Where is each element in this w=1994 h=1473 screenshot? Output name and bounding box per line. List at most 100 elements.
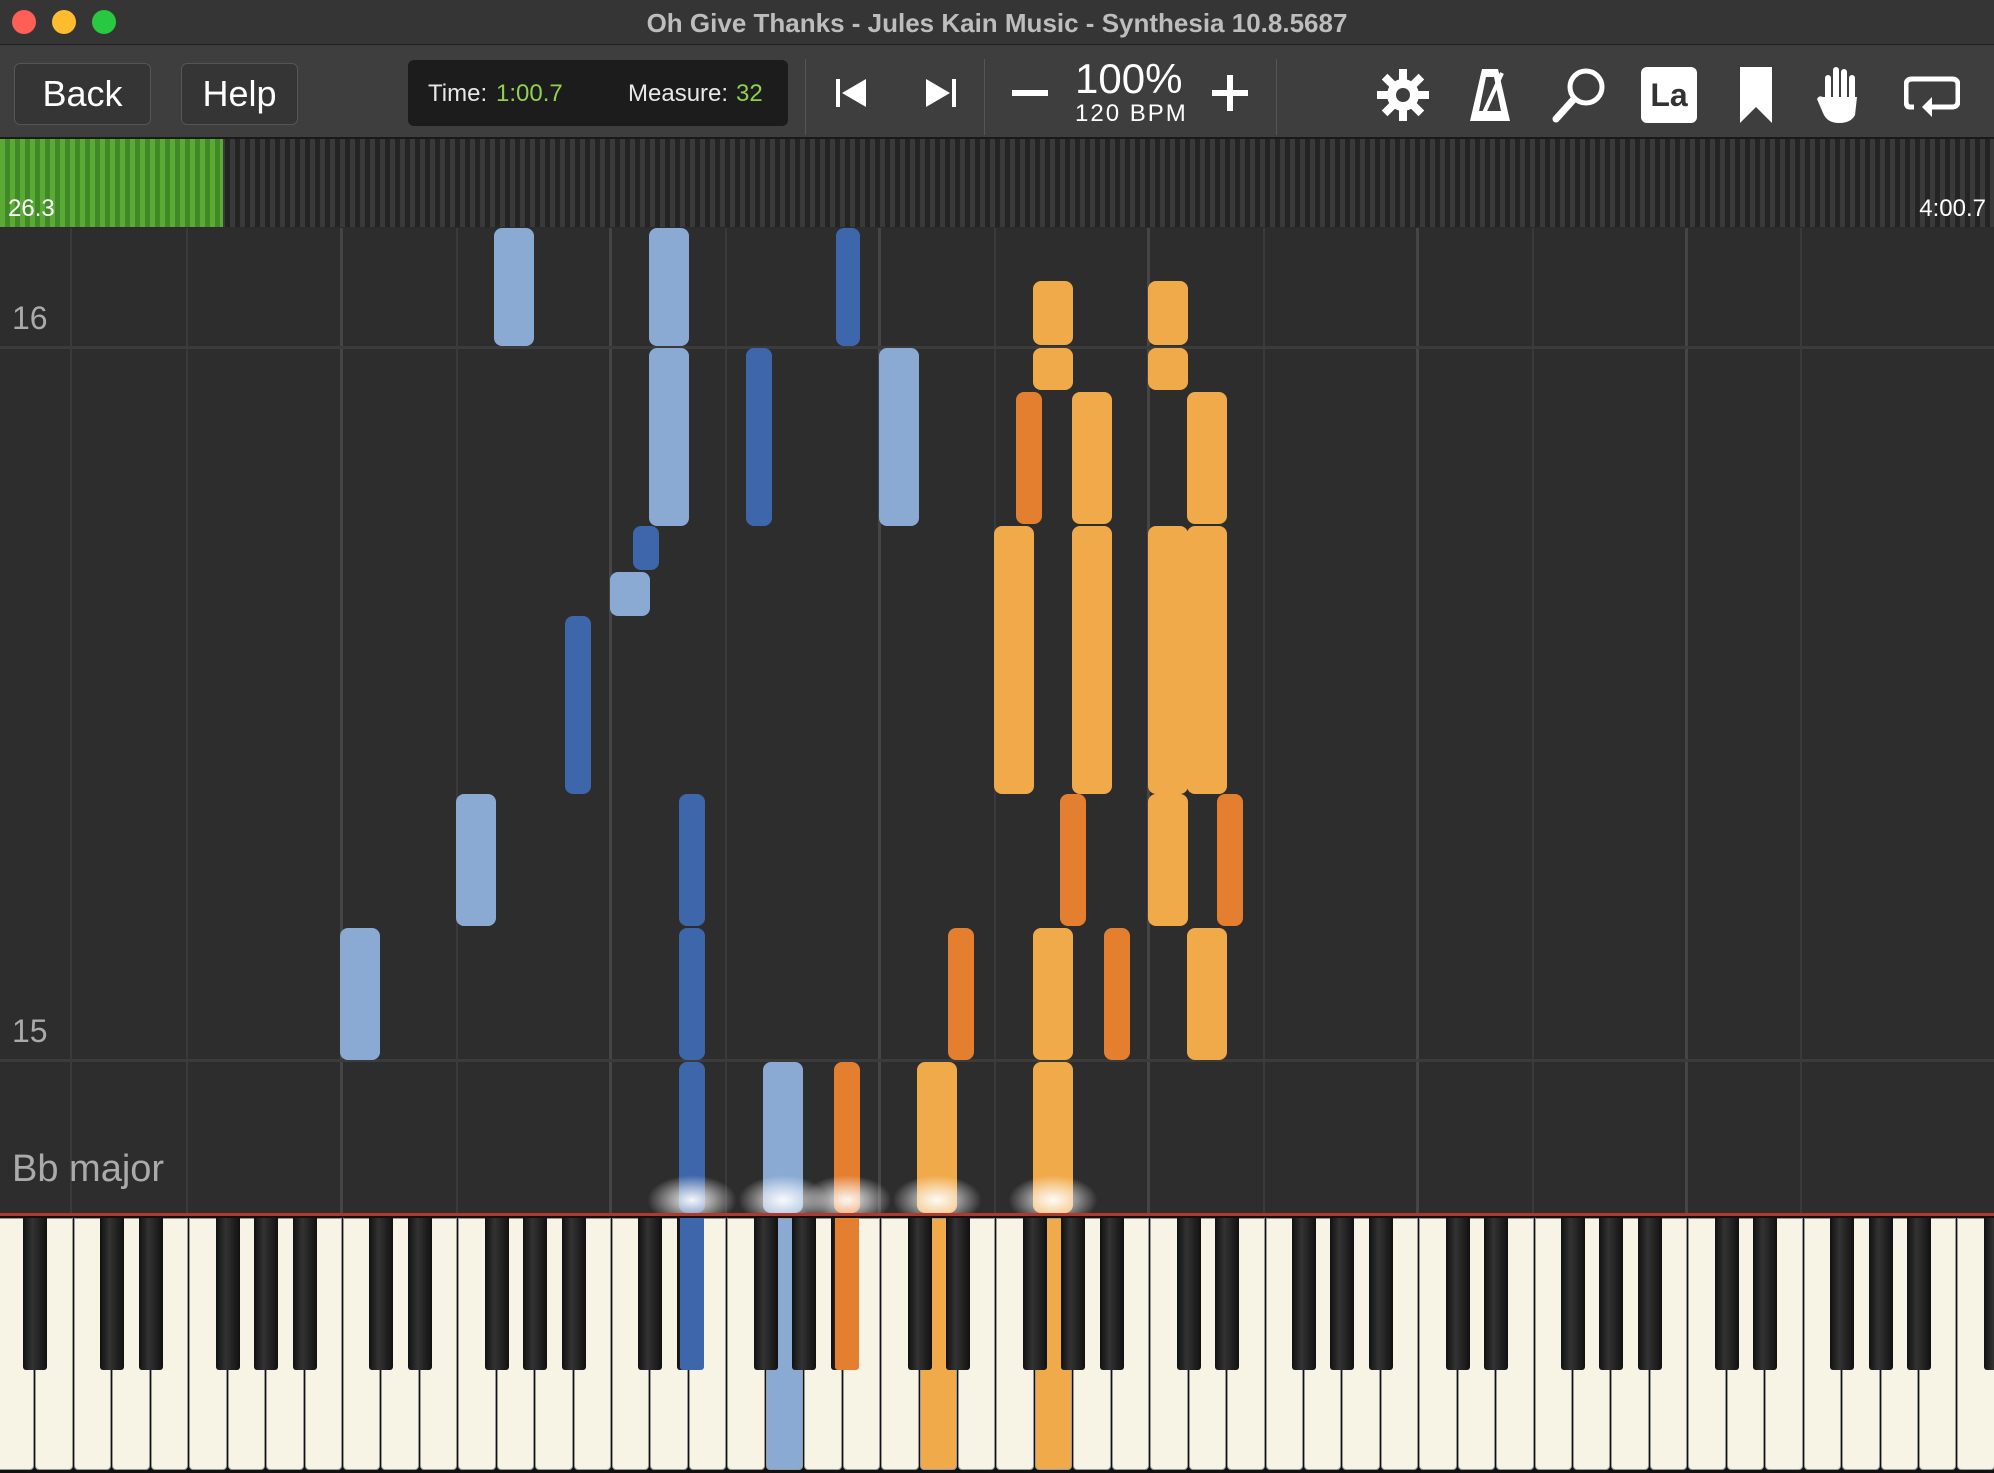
black-key[interactable] [369, 1218, 394, 1370]
loop-icon[interactable] [1903, 71, 1961, 124]
note [649, 348, 689, 526]
grid-line [1685, 228, 1688, 1213]
note [610, 572, 650, 616]
note [948, 928, 974, 1060]
gear-icon[interactable] [1375, 67, 1431, 128]
black-key[interactable] [946, 1218, 970, 1370]
black-key[interactable] [1983, 1218, 1994, 1370]
note [456, 794, 496, 926]
black-key[interactable] [523, 1218, 548, 1370]
grid-line [725, 228, 727, 1213]
skip-back-icon[interactable] [832, 73, 872, 118]
pressed-black-key[interactable] [835, 1218, 859, 1370]
note [1016, 392, 1042, 524]
black-key[interactable] [138, 1218, 163, 1370]
grid-line [1263, 228, 1265, 1213]
note [1033, 928, 1073, 1060]
black-key[interactable] [1368, 1218, 1393, 1370]
note [1072, 526, 1112, 794]
tempo-bpm: 120 BPM [1075, 100, 1188, 127]
back-button-label: Back [42, 73, 123, 114]
black-key[interactable] [792, 1218, 817, 1370]
help-button-label: Help [202, 73, 277, 114]
black-key[interactable] [1484, 1218, 1509, 1370]
divider [984, 59, 985, 135]
divider [805, 59, 806, 135]
note [340, 928, 380, 1060]
help-button[interactable]: Help [181, 63, 298, 125]
black-key[interactable] [292, 1218, 317, 1370]
black-key[interactable] [1061, 1218, 1086, 1370]
minus-icon[interactable] [1008, 71, 1052, 120]
playback-info-panel: Time: 1:00.7 Measure: 32 [408, 60, 788, 126]
note [1033, 281, 1073, 345]
timeline-end-time: 4:00.7 [1919, 195, 1986, 222]
black-key[interactable] [1753, 1218, 1778, 1370]
grid-line [456, 228, 458, 1213]
black-key[interactable] [407, 1218, 432, 1370]
black-key[interactable] [1714, 1218, 1739, 1370]
note [1060, 794, 1086, 926]
black-key[interactable] [1907, 1218, 1931, 1370]
grid-line [609, 228, 612, 1213]
note [1148, 526, 1188, 794]
black-key[interactable] [1291, 1218, 1316, 1370]
black-key[interactable] [1330, 1218, 1355, 1370]
note [746, 348, 772, 526]
note [679, 794, 705, 926]
pressed-black-key[interactable] [680, 1218, 704, 1370]
measure-label: Measure: [628, 80, 729, 107]
black-key[interactable] [907, 1218, 932, 1370]
piano-keyboard[interactable] [0, 1213, 1994, 1473]
note [1187, 526, 1227, 794]
note [1072, 392, 1112, 524]
bookmark-icon[interactable] [1738, 65, 1774, 130]
black-key[interactable] [1599, 1218, 1624, 1370]
black-key[interactable] [215, 1218, 240, 1370]
grid-line [1800, 228, 1802, 1213]
note [1033, 348, 1073, 390]
note [1187, 928, 1227, 1060]
note [836, 228, 860, 346]
song-timeline[interactable]: 26.3 4:00.7 [0, 139, 1994, 227]
black-key[interactable] [753, 1218, 778, 1370]
note [1148, 348, 1188, 390]
note [994, 526, 1034, 794]
grid-line [70, 228, 72, 1213]
key-signature-label: Bb major [12, 1148, 165, 1190]
tempo-percent: 100% [1075, 55, 1183, 102]
metronome-icon[interactable] [1468, 65, 1512, 130]
black-key[interactable] [1176, 1218, 1201, 1370]
grid-line [1532, 228, 1534, 1213]
black-key[interactable] [100, 1218, 125, 1370]
measure-line [0, 346, 1994, 349]
black-key[interactable] [484, 1218, 509, 1370]
black-key[interactable] [254, 1218, 279, 1370]
note [679, 928, 705, 1060]
black-key[interactable] [1022, 1218, 1047, 1370]
note [494, 228, 534, 346]
black-key[interactable] [23, 1218, 48, 1370]
black-key[interactable] [1868, 1218, 1893, 1370]
black-key[interactable] [1099, 1218, 1124, 1370]
skip-forward-icon[interactable] [920, 73, 960, 118]
grid-line [1416, 228, 1419, 1213]
black-key[interactable] [1561, 1218, 1586, 1370]
timeline-start-time: 26.3 [8, 195, 55, 222]
plus-icon[interactable] [1208, 71, 1252, 120]
black-key[interactable] [1445, 1218, 1470, 1370]
black-key[interactable] [1637, 1218, 1662, 1370]
black-key[interactable] [561, 1218, 586, 1370]
back-button[interactable]: Back [14, 63, 151, 125]
magnifier-icon[interactable] [1550, 65, 1610, 130]
black-key[interactable] [1215, 1218, 1240, 1370]
hand-icon[interactable] [1815, 63, 1865, 130]
solfege-la-icon[interactable]: La [1641, 67, 1697, 123]
note [1187, 392, 1227, 524]
black-key[interactable] [1830, 1218, 1855, 1370]
divider [1276, 59, 1277, 135]
note [633, 526, 659, 570]
solfege-la-label: La [1650, 77, 1688, 113]
black-key[interactable] [638, 1218, 663, 1370]
note [879, 348, 919, 526]
